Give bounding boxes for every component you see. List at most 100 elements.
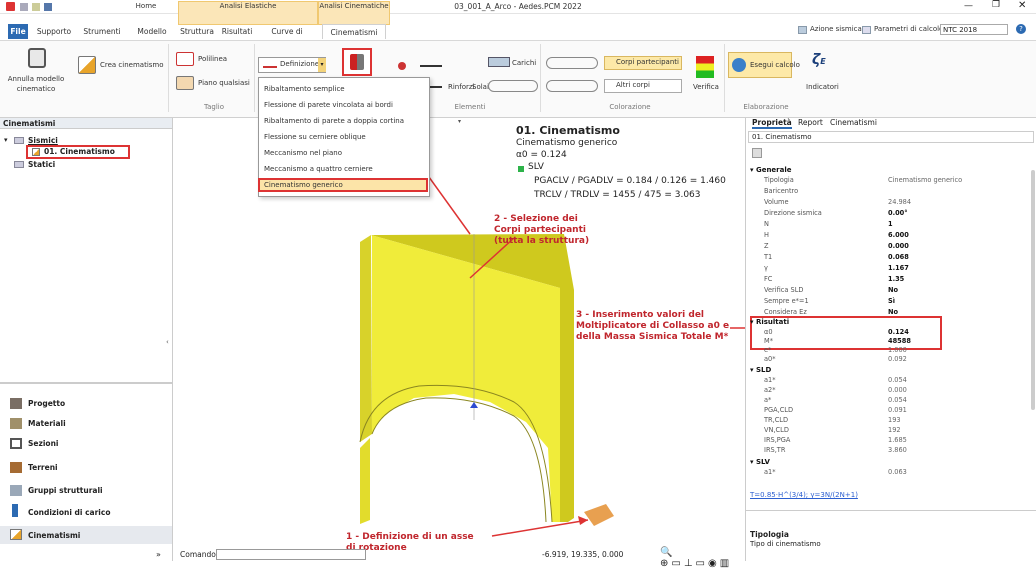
minimize-button[interactable]: — [964, 1, 973, 11]
crea-cinematismo-button[interactable]: Crea cinematismo [100, 60, 164, 71]
nav-progetto[interactable]: Progetto [28, 399, 65, 408]
restore-button[interactable]: ❐ [992, 0, 1000, 10]
nav-more-icon[interactable]: » [156, 550, 161, 559]
property-row[interactable]: Verifica SLD No [756, 286, 1035, 295]
property-value[interactable]: 0.092 [888, 355, 907, 364]
colorazione-slider-1[interactable] [546, 57, 598, 69]
property-row[interactable]: a* 0.054 [756, 396, 1035, 405]
dropdown-item[interactable]: Ribaltamento di parete a doppia cortina [264, 116, 404, 127]
nav-sezioni[interactable]: Sezioni [28, 439, 59, 448]
tree-item-cinematismo[interactable]: 01. Cinematismo [44, 147, 115, 156]
scrollbar[interactable] [1031, 170, 1035, 410]
property-value[interactable]: 1.685 [888, 436, 907, 445]
property-value[interactable]: No [888, 286, 898, 295]
property-value[interactable]: 6.000 [888, 231, 909, 240]
property-value[interactable]: 0.091 [888, 406, 907, 415]
polilinea-button[interactable]: Polilinea [198, 54, 227, 65]
tab-file[interactable]: File [8, 24, 28, 39]
tab-proprieta[interactable]: Proprietà [752, 118, 792, 129]
collapse-handle[interactable]: ‹ [166, 338, 169, 346]
property-value[interactable]: 1.000 [888, 346, 907, 355]
solai-button[interactable]: Solai [472, 82, 489, 93]
close-button[interactable]: ✕ [1018, 0, 1026, 11]
nav-gruppi-strutturali[interactable]: Gruppi strutturali [28, 486, 103, 495]
property-value[interactable]: 0.000 [888, 386, 907, 395]
tree-statici[interactable]: Statici [28, 160, 55, 169]
property-value[interactable]: 193 [888, 416, 901, 425]
property-value[interactable]: 1.167 [888, 264, 909, 273]
property-row[interactable]: Volume 24.984 [756, 198, 1035, 207]
property-value[interactable]: 1.35 [888, 275, 904, 284]
property-row[interactable]: N1 [756, 220, 1035, 229]
property-value[interactable]: Cinematismo generico [888, 176, 962, 185]
property-row[interactable]: IRS,PGA 1.685 [756, 436, 1035, 445]
tree-expander[interactable]: ▾ [4, 136, 8, 144]
nav-materiali[interactable]: Materiali [28, 419, 66, 428]
tab-struttura[interactable]: Struttura [178, 24, 216, 39]
property-row[interactable]: α0 0.124 [756, 328, 1035, 337]
tab-modello[interactable]: Modello [134, 24, 170, 39]
property-value[interactable]: 0.124 [888, 328, 909, 337]
property-row[interactable]: a0* 0.092 [756, 355, 1035, 364]
carichi-button[interactable]: Carichi [512, 58, 536, 69]
dropdown-item[interactable]: Flessione di parete vincolata ai bordi [264, 100, 393, 111]
property-row[interactable]: T1 0.068 [756, 253, 1035, 262]
help-icon[interactable]: ? [1016, 24, 1026, 34]
property-row[interactable]: Direzione sismica 0.00° [756, 209, 1035, 218]
property-row[interactable]: PGA,CLD 0.091 [756, 406, 1035, 415]
property-value[interactable]: Sì [888, 297, 895, 306]
tab-cinematismi[interactable]: Cinematismi [322, 24, 386, 39]
nav-condizioni-carico[interactable]: Condizioni di carico [28, 508, 110, 517]
property-value[interactable]: 0.054 [888, 376, 907, 385]
property-row[interactable]: a2* 0.000 [756, 386, 1035, 395]
tab-report[interactable]: Report [798, 118, 823, 127]
property-value[interactable]: 0.00° [888, 209, 908, 218]
property-value[interactable]: 0.054 [888, 396, 907, 405]
property-row[interactable]: VN,CLD 192 [756, 426, 1035, 435]
property-row[interactable]: e* 1.000 [756, 346, 1035, 355]
property-value[interactable]: 1 [888, 220, 893, 229]
property-row[interactable]: Sempre e*=1 Sì [756, 297, 1035, 306]
property-row[interactable]: a1* 0.063 [756, 468, 1035, 477]
norma-select[interactable]: NTC 2018 [940, 24, 1008, 35]
verifica-button[interactable]: Verifica [693, 82, 719, 93]
tree-sismici[interactable]: Sismici [28, 136, 58, 145]
azione-sismica-button[interactable]: Azione sismica [810, 24, 862, 35]
dropdown-item[interactable]: Meccanismo a quattro cerniere [264, 164, 373, 175]
property-row[interactable]: a1* 0.054 [756, 376, 1035, 385]
command-input[interactable] [216, 549, 366, 560]
tab-cinematismi-props[interactable]: Cinematismi [830, 118, 877, 127]
property-value[interactable]: 0.068 [888, 253, 909, 262]
annulla-modello-button[interactable]: Annulla modello cinematico [6, 74, 66, 94]
dropdown-item[interactable]: Meccanismo nel piano [264, 148, 342, 159]
property-value[interactable]: 24.984 [888, 198, 911, 207]
tab-strumenti[interactable]: Strumenti [78, 24, 126, 39]
parametri-button[interactable]: Parametri di calcolo [874, 24, 943, 35]
tab-risultati[interactable]: Risultati [218, 24, 256, 39]
grid-icon[interactable] [752, 148, 762, 158]
dropdown-item[interactable]: Ribaltamento semplice [264, 84, 345, 95]
nav-cinematismi[interactable]: Cinematismi [28, 531, 80, 540]
property-row[interactable]: Tipologia Cinematismo generico [756, 176, 1035, 185]
property-value[interactable]: 3.860 [888, 446, 907, 455]
slider-icon[interactable] [488, 80, 538, 92]
property-row[interactable]: TR,CLD 193 [756, 416, 1035, 425]
property-row[interactable]: M* 48588 [756, 337, 1035, 346]
dropdown-item[interactable]: Flessione su cerniere oblique [264, 132, 366, 143]
view-toolbar[interactable]: 🔍⊕▭⊥▭◉▥ [660, 547, 744, 569]
property-row[interactable]: γ 1.167 [756, 264, 1035, 273]
tab-supporto[interactable]: Supporto [34, 24, 74, 39]
property-value[interactable]: 192 [888, 426, 901, 435]
tab-curve[interactable]: Curve di capacità [258, 24, 316, 51]
piano-qualsiasi-button[interactable]: Piano qualsiasi [198, 78, 250, 89]
property-row[interactable]: IRS,TR 3.860 [756, 446, 1035, 455]
indicatori-button[interactable]: Indicatori [806, 82, 839, 93]
property-value[interactable]: 0.000 [888, 242, 909, 251]
object-selector[interactable]: 01. Cinematismo [748, 131, 1034, 143]
property-row[interactable]: Baricentro [756, 187, 1035, 196]
property-row[interactable]: Z 0.000 [756, 242, 1035, 251]
formula-link[interactable]: T=0.85·H^(3/4); γ=3N/(2N+1) [750, 491, 858, 499]
property-row[interactable]: FC 1.35 [756, 275, 1035, 284]
property-value[interactable]: 48588 [888, 337, 911, 346]
rinforzi-button[interactable]: Rinforzi [448, 82, 475, 93]
